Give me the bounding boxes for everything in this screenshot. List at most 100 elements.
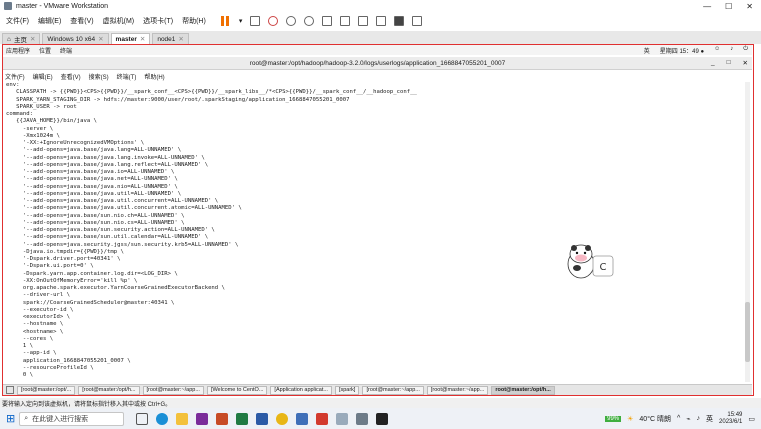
guest-taskbar-item[interactable]: [root@master:~/app... — [142, 385, 204, 395]
applications-menu[interactable]: 应用程序 — [6, 46, 30, 55]
word-icon[interactable] — [256, 412, 269, 425]
tray-chevron-icon[interactable]: ^ — [677, 415, 680, 422]
term-menu-edit[interactable]: 编辑(E) — [33, 72, 53, 81]
speaker-icon[interactable]: ♪ — [697, 415, 701, 422]
close-tab-icon[interactable]: ✕ — [140, 35, 145, 43]
terminal-title: root@master:/opt/hadoop/hadoop-3.2.0/log… — [249, 59, 506, 67]
manage-snapshots-icon[interactable] — [304, 16, 315, 26]
maximize-button[interactable]: ☐ — [725, 2, 732, 11]
places-menu[interactable]: 位置 — [39, 46, 51, 55]
term-menu-view[interactable]: 查看(V) — [61, 72, 81, 81]
unity-icon[interactable] — [376, 16, 387, 26]
vmware-status-bar: 要将输入定向到该虚拟机，请将鼠标指针移入其中或按 Ctrl+G。 — [0, 398, 761, 408]
volume-icon[interactable]: ♪ — [730, 46, 733, 55]
user-icon[interactable]: ☺ — [714, 46, 720, 55]
guest-display[interactable]: 应用程序 位置 终端 英 星期四 15：49 ● ☺ ♪ ⏻ root@mast… — [2, 44, 754, 396]
onenote-icon[interactable] — [196, 412, 209, 425]
pause-icon[interactable] — [220, 16, 231, 26]
terminal-taskbar-icon[interactable] — [376, 412, 389, 425]
terminal-line: --executor-id \ — [6, 306, 74, 313]
tab-node1[interactable]: node1 ✕ — [152, 33, 189, 44]
terminal-line: -Djava.io.tmpdir={{PWD}}/tmp \ — [6, 248, 124, 255]
close-tab-icon[interactable]: ✕ — [178, 35, 183, 43]
terminal-menu[interactable]: 终端 — [60, 46, 72, 55]
close-tab-icon[interactable]: ✕ — [30, 35, 35, 43]
notification-icon[interactable]: ▭ — [748, 415, 755, 423]
terminal-line: <hostname> \ — [6, 328, 64, 335]
revert-snapshot-icon[interactable] — [286, 16, 297, 26]
explorer-icon[interactable] — [176, 412, 189, 425]
windows-search-box[interactable]: ⌕ 在此键入进行搜索 — [19, 411, 125, 426]
network-icon[interactable]: ⌁ — [686, 415, 690, 423]
terminal-scrollbar[interactable] — [745, 82, 750, 382]
terminal-output[interactable]: env: CLASSPATH -> {{PWD}}<CPS>{{PWD}}/__… — [6, 82, 734, 382]
terminal-line: -server \ — [6, 125, 54, 132]
vmware-taskbar-icon[interactable] — [356, 412, 369, 425]
snapshot-icon[interactable] — [268, 16, 279, 26]
terminal-close-button[interactable]: ✕ — [743, 59, 748, 67]
guest-taskbar-item[interactable]: root@master:/opt/h... — [491, 385, 555, 395]
ime-indicator[interactable]: 英 — [706, 414, 713, 424]
dropdown-icon[interactable]: ▾ — [239, 17, 243, 25]
terminal-maximize-button[interactable]: □ — [727, 59, 731, 67]
input-method-indicator[interactable]: 英 — [644, 46, 650, 55]
excel-icon[interactable] — [236, 412, 249, 425]
gnome-top-bar: 应用程序 位置 终端 英 星期四 15：49 ● ☺ ♪ ⏻ — [3, 45, 752, 55]
vmware-title-bar: master - VMware Workstation — ☐ ✕ — [0, 0, 761, 12]
store-icon[interactable] — [296, 412, 309, 425]
term-menu-help[interactable]: 帮助(H) — [144, 72, 164, 81]
terminal-line: --resourceProfileId \ — [6, 364, 94, 371]
terminal-line: <executorId> \ — [6, 314, 70, 320]
windows-clock[interactable]: 15:49 2023/6/1 — [719, 412, 742, 426]
term-menu-file[interactable]: 文件(F) — [5, 72, 25, 81]
minimize-button[interactable]: — — [703, 2, 711, 11]
sidebar-toggle-icon[interactable] — [322, 16, 333, 26]
term-menu-terminal[interactable]: 终端(T) — [117, 72, 137, 81]
guest-taskbar-item[interactable]: [root@master:/opt/... — [17, 385, 76, 395]
menu-view[interactable]: 查看(V) — [70, 16, 93, 26]
menu-help[interactable]: 帮助(H) — [182, 16, 206, 26]
wps-icon[interactable] — [316, 412, 329, 425]
guest-taskbar-item[interactable]: [Welcome to CentO... — [206, 385, 268, 395]
task-view-icon[interactable] — [136, 412, 149, 425]
fullscreen-icon[interactable] — [358, 16, 369, 26]
guest-taskbar-item[interactable]: [Application applicat... — [270, 385, 332, 395]
home-icon: ⌂ — [7, 35, 11, 43]
close-button[interactable]: ✕ — [746, 2, 753, 11]
menu-edit[interactable]: 编辑(E) — [38, 16, 61, 26]
powerpoint-icon[interactable] — [216, 412, 229, 425]
thumbnail-icon[interactable] — [340, 16, 351, 26]
terminal-line: env: — [6, 82, 20, 88]
scrollbar-thumb[interactable] — [745, 302, 750, 362]
menu-vm[interactable]: 虚拟机(M) — [103, 16, 135, 26]
term-menu-search[interactable]: 搜索(S) — [89, 72, 109, 81]
terminal-line: '--add-opens=java.base/sun.security.acti… — [6, 227, 215, 233]
guest-taskbar-item[interactable]: [root@master:~/app... — [362, 385, 424, 395]
send-keys-icon[interactable] — [250, 16, 261, 26]
chrome-icon[interactable] — [276, 412, 289, 425]
gnome-clock[interactable]: 星期四 15：49 ● — [660, 46, 704, 55]
battery-indicator[interactable]: 99% — [605, 415, 622, 422]
console-view-icon[interactable] — [394, 16, 405, 26]
edge-icon[interactable] — [156, 412, 169, 425]
guest-taskbar-item[interactable]: [spark] — [334, 385, 360, 395]
close-tab-icon[interactable]: ✕ — [98, 35, 103, 43]
tab-master[interactable]: master ✕ — [110, 33, 151, 44]
notepad-icon[interactable] — [336, 412, 349, 425]
tab-windows10[interactable]: Windows 10 x64 ✕ — [42, 33, 109, 44]
terminal-minimize-button[interactable]: _ — [711, 59, 715, 67]
stretch-guest-icon[interactable] — [412, 16, 423, 26]
power-icon[interactable]: ⏻ — [743, 46, 748, 55]
terminal-line: '--add-opens=java.base/java.util=ALL-UNN… — [6, 190, 182, 197]
show-desktop-icon[interactable] — [6, 386, 14, 394]
windows-start-icon[interactable]: ⊞ — [6, 412, 15, 425]
weather-text[interactable]: 40°C 晴朗 — [639, 414, 671, 424]
tab-home[interactable]: ⌂ 主页 ✕ — [2, 33, 41, 44]
guest-taskbar-item[interactable]: [root@master:/opt/h... — [78, 385, 140, 395]
cow-sticker-icon: C — [567, 244, 614, 279]
menu-file[interactable]: 文件(F) — [6, 16, 29, 26]
menu-tabs[interactable]: 选项卡(T) — [143, 16, 173, 26]
guest-taskbar-item[interactable]: [root@master:~/app... — [426, 385, 489, 395]
tab-label: Windows 10 x64 — [47, 35, 96, 43]
terminal-line: spark://CoarseGrainedScheduler@master:40… — [6, 299, 175, 306]
